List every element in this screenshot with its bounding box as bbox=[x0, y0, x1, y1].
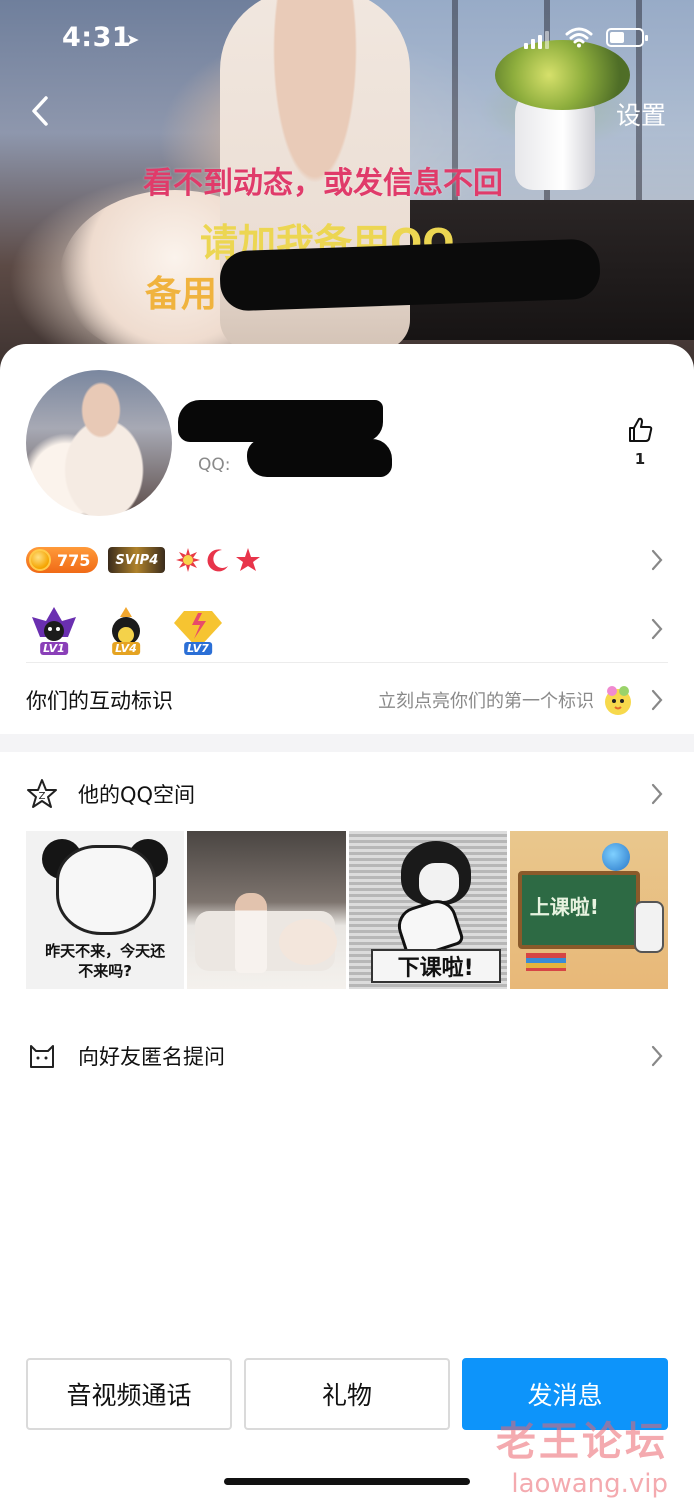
qzone-label: 他的QQ空间 bbox=[78, 783, 196, 807]
chevron-right-icon bbox=[651, 783, 663, 805]
level-badge-label: LV4 bbox=[112, 642, 140, 655]
interaction-mark-hint: 立刻点亮你们的第一个标识 bbox=[378, 682, 636, 718]
status-bar: 4:31 ➤ bbox=[0, 0, 694, 80]
chevron-right-icon bbox=[651, 1045, 663, 1067]
profile-card: QQ: 1 775 SVIP4 LV1 LV4 LV7 你们的互动标识 立刻点亮… bbox=[0, 344, 694, 1500]
cat-box-icon bbox=[30, 1045, 54, 1068]
photo-caption: 昨天不来，今天还 不来吗? bbox=[45, 942, 166, 980]
thumbs-up-icon bbox=[629, 417, 653, 442]
badges-row[interactable]: 775 SVIP4 bbox=[0, 540, 694, 580]
home-indicator[interactable] bbox=[224, 1478, 470, 1485]
star-icon bbox=[236, 548, 261, 571]
redacted-nickname bbox=[178, 400, 383, 442]
chevron-right-icon bbox=[651, 689, 663, 711]
status-time: 4:31 bbox=[62, 22, 132, 53]
photo-caption: 下课啦! bbox=[370, 949, 501, 983]
settings-button[interactable]: 设置 bbox=[616, 96, 666, 132]
location-arrow-icon: ➤ bbox=[126, 30, 140, 49]
like-button[interactable]: 1 bbox=[620, 416, 660, 468]
coin-value: 775 bbox=[57, 550, 91, 570]
qzone-star-icon: Z bbox=[27, 779, 57, 808]
interaction-hint-text: 立刻点亮你们的第一个标识 bbox=[378, 691, 594, 712]
level-badges-row[interactable]: LV1 LV4 LV7 bbox=[0, 600, 694, 658]
wifi-icon bbox=[565, 27, 593, 48]
level-badge-2: LV4 bbox=[100, 603, 152, 655]
chevron-right-icon bbox=[651, 618, 663, 640]
svip-badge: SVIP4 bbox=[108, 547, 166, 573]
photo-person bbox=[235, 893, 268, 973]
photo-caption: 上课啦! bbox=[529, 895, 599, 919]
level-badge-label: LV1 bbox=[40, 642, 68, 655]
qq-level-icons bbox=[175, 547, 261, 573]
books bbox=[525, 953, 566, 971]
like-count: 1 bbox=[634, 450, 646, 468]
av-call-button[interactable]: 音视频通话 bbox=[26, 1358, 232, 1430]
qq-number-label: QQ: bbox=[198, 455, 231, 475]
chevron-right-icon bbox=[651, 549, 663, 571]
watermark: 老王论坛 laowang.vip bbox=[496, 1409, 668, 1499]
anonymous-question-label: 向好友匿名提问 bbox=[78, 1045, 225, 1069]
qzone-photo[interactable] bbox=[187, 831, 346, 989]
qzone-photo[interactable]: 昨天不来，今天还 不来吗? bbox=[26, 831, 185, 989]
sun-icon bbox=[176, 548, 201, 572]
level-badge-3: LV7 bbox=[172, 603, 224, 655]
meme-face bbox=[418, 863, 459, 901]
panda-meme-face bbox=[56, 845, 156, 935]
gift-button[interactable]: 礼物 bbox=[244, 1358, 450, 1430]
robot-figure bbox=[633, 901, 664, 953]
section-gap bbox=[0, 734, 694, 752]
cover-text-line3: 备用 bbox=[145, 274, 218, 315]
moon-icon bbox=[207, 549, 229, 572]
qzone-photo[interactable]: 下课啦! bbox=[348, 831, 507, 989]
divider bbox=[26, 662, 668, 663]
qzone-photo[interactable]: 上课啦! bbox=[509, 831, 668, 989]
cellular-signal-icon bbox=[524, 31, 549, 49]
chick-icon bbox=[605, 686, 631, 715]
svg-text:Z: Z bbox=[39, 791, 46, 802]
qzone-row[interactable]: Z 他的QQ空间 bbox=[0, 772, 694, 816]
level-badge-label: LV7 bbox=[184, 642, 212, 655]
interaction-mark-label: 你们的互动标识 bbox=[26, 689, 173, 713]
watermark-title: 老王论坛 bbox=[496, 1419, 668, 1465]
redacted-qq-number bbox=[247, 439, 392, 477]
coin-icon bbox=[29, 549, 51, 571]
interaction-mark-row[interactable]: 你们的互动标识 立刻点亮你们的第一个标识 bbox=[0, 670, 694, 730]
back-icon[interactable] bbox=[24, 94, 58, 128]
globe-icon bbox=[601, 843, 630, 871]
qq-coin-badge: 775 bbox=[26, 547, 99, 573]
anonymous-question-row[interactable]: 向好友匿名提问 bbox=[0, 1034, 694, 1078]
qzone-photo-strip: 昨天不来，今天还 不来吗? 下课啦! 上课啦! bbox=[26, 831, 668, 989]
photo-fur bbox=[279, 919, 338, 965]
battery-icon bbox=[606, 28, 648, 47]
level-badge-1: LV1 bbox=[28, 603, 80, 655]
watermark-url: laowang.vip bbox=[511, 1469, 668, 1499]
avatar[interactable] bbox=[26, 370, 172, 516]
cover-text-line1: 看不到动态，或发信息不回 bbox=[143, 166, 503, 201]
